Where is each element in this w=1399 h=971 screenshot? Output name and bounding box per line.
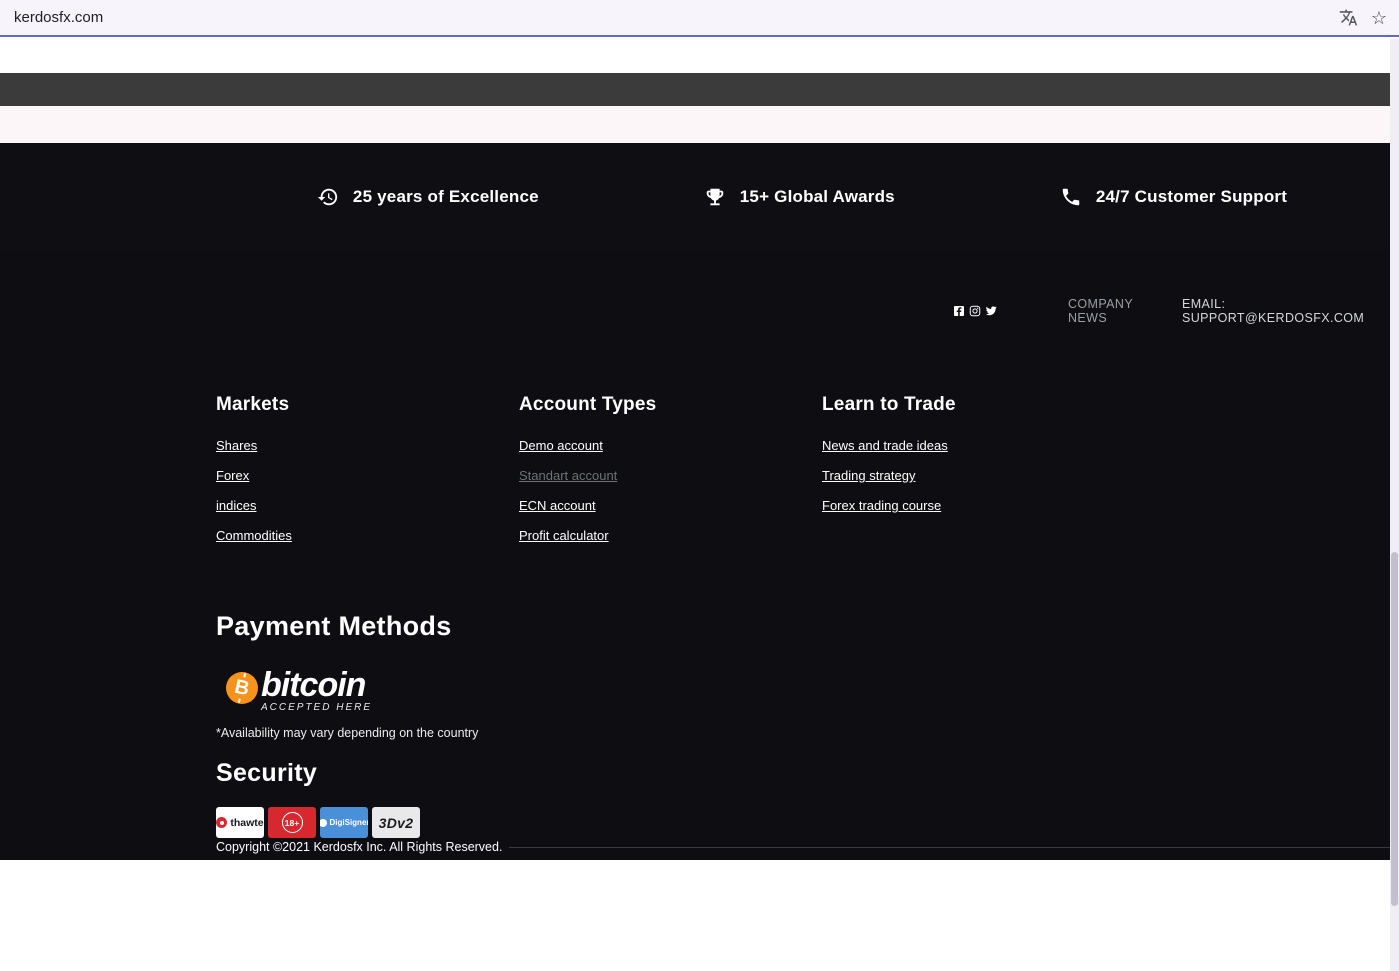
footer-link-forex[interactable]: Forex — [216, 468, 249, 483]
footer-link-commodities[interactable]: Commodities — [216, 528, 292, 543]
column-title: Account Types — [519, 394, 804, 416]
security-title: Security — [216, 759, 317, 788]
browser-address-bar: kerdosfx.com ☆ — [0, 0, 1399, 37]
footer-link-trading-strategy[interactable]: Trading strategy — [822, 468, 915, 483]
instagram-icon[interactable] — [969, 305, 981, 317]
facebook-icon[interactable] — [953, 305, 965, 317]
trophy-icon — [704, 186, 726, 208]
copyright-divider — [509, 847, 1390, 848]
feature-label: 15+ Global Awards — [740, 187, 895, 207]
white-band — [0, 37, 1399, 73]
footer-link-forex-trading-course[interactable]: Forex trading course — [822, 498, 941, 513]
translate-icon[interactable] — [1339, 8, 1358, 27]
footer-link-standart-account[interactable]: Standart account — [519, 468, 617, 483]
company-news-link[interactable]: COMPANY NEWS — [1068, 297, 1170, 325]
pink-band — [0, 106, 1399, 143]
bitcoin-accepted-logo: bitcoin ACCEPTED HERE — [226, 667, 372, 713]
security-badges: thawte 18+ DigiSigner 3Dv2 — [216, 807, 420, 838]
feature-support: 24/7 Customer Support — [1060, 186, 1287, 208]
footer-column-learn-to-trade: Learn to Trade News and trade ideas Trad… — [822, 394, 1107, 528]
footer-link-demo-account[interactable]: Demo account — [519, 438, 603, 453]
vertical-scrollbar-track[interactable] — [1390, 39, 1399, 971]
phone-icon — [1060, 186, 1082, 208]
digisigner-seal-icon — [320, 819, 327, 827]
footer-top-row: COMPANY NEWS EMAIL: SUPPORT@KERDOSFX.COM — [953, 297, 1399, 325]
history-clock-icon — [317, 186, 339, 208]
feature-label: 25 years of Excellence — [353, 187, 539, 207]
copyright-text: Copyright ©2021 Kerdosfx Inc. All Rights… — [216, 840, 502, 854]
footer-link-ecn-account[interactable]: ECN account — [519, 498, 596, 513]
feature-excellence: 25 years of Excellence — [317, 186, 539, 208]
bitcoin-b-icon — [226, 672, 258, 704]
footer-link-indices[interactable]: indices — [216, 498, 256, 513]
availability-note: *Availability may vary depending on the … — [216, 726, 478, 740]
footer-link-profit-calculator[interactable]: Profit calculator — [519, 528, 609, 543]
footer-link-news-trade-ideas[interactable]: News and trade ideas — [822, 438, 948, 453]
badge-label: 3Dv2 — [379, 815, 414, 831]
digisigner-badge: DigiSigner — [320, 807, 368, 838]
feature-awards: 15+ Global Awards — [704, 186, 895, 208]
features-strip: 25 years of Excellence 15+ Global Awards… — [0, 143, 1399, 250]
support-email-link[interactable]: EMAIL: SUPPORT@KERDOSFX.COM — [1182, 297, 1399, 325]
badge-label: DigiSigner — [330, 818, 369, 827]
3dv2-badge: 3Dv2 — [372, 807, 420, 838]
vertical-scrollbar-thumb[interactable] — [1391, 552, 1398, 906]
footer-column-account-types: Account Types Demo account Standart acco… — [519, 394, 804, 558]
bitcoin-wordmark: bitcoin — [261, 667, 372, 703]
feature-label: 24/7 Customer Support — [1096, 187, 1287, 207]
gray-band — [0, 73, 1399, 106]
twitter-icon[interactable] — [985, 305, 997, 317]
thawte-badge: thawte — [216, 807, 264, 838]
payment-methods-title: Payment Methods — [216, 611, 452, 642]
bookmark-star-icon[interactable]: ☆ — [1371, 9, 1387, 27]
badge-label: thawte — [230, 817, 263, 829]
site-footer: COMPANY NEWS EMAIL: SUPPORT@KERDOSFX.COM… — [0, 250, 1399, 860]
footer-link-shares[interactable]: Shares — [216, 438, 257, 453]
column-title: Learn to Trade — [822, 394, 1107, 416]
column-title: Markets — [216, 394, 501, 416]
thawte-seal-icon — [216, 817, 227, 828]
age-18plus-badge: 18+ — [268, 807, 316, 838]
bitcoin-tagline: ACCEPTED HERE — [261, 702, 372, 713]
address-bar-url[interactable]: kerdosfx.com — [14, 9, 1339, 26]
footer-column-markets: Markets Shares Forex indices Commodities — [216, 394, 501, 558]
social-links — [953, 305, 997, 317]
badge-label: 18+ — [282, 812, 303, 833]
